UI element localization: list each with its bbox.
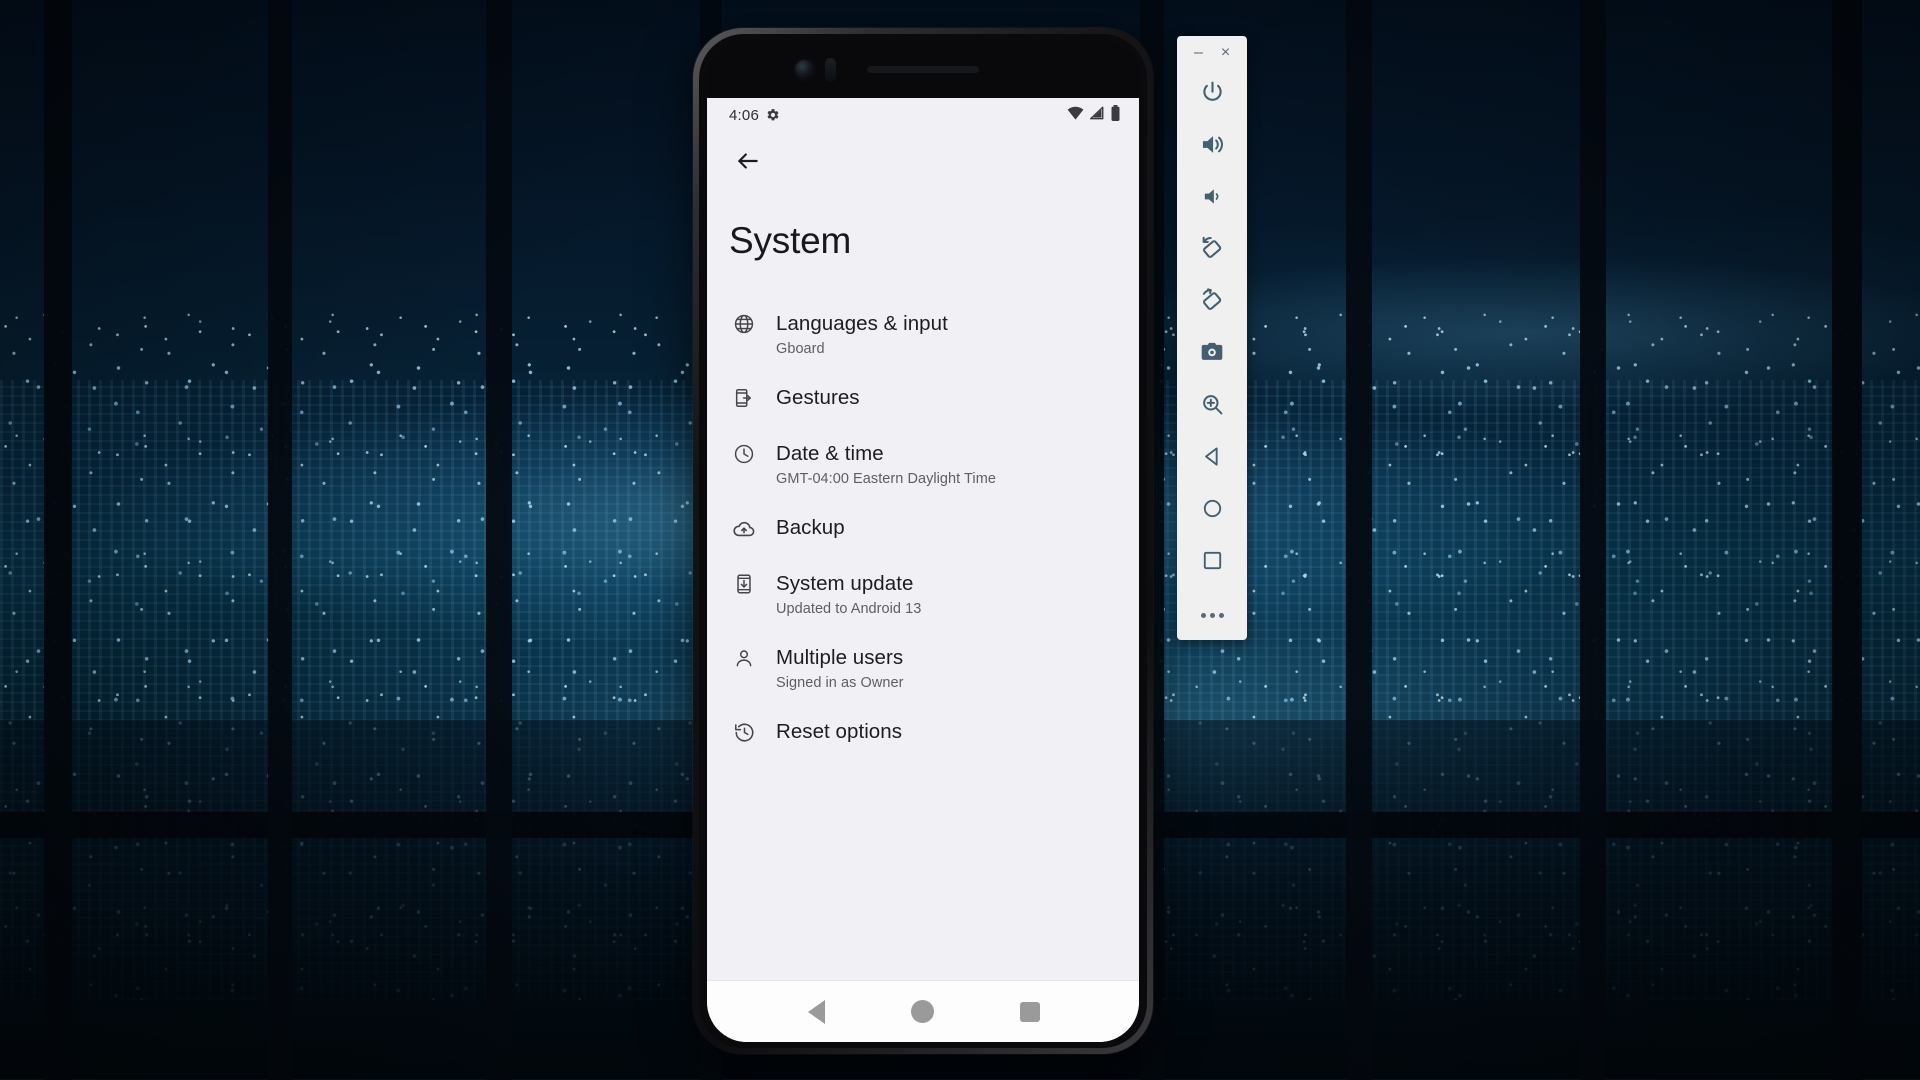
desktop-background: 4:06 System Languages & input Gboard Ges…: [0, 0, 1920, 1080]
list-item-subtitle: Signed in as Owner: [776, 675, 904, 691]
gear-icon: [766, 108, 780, 122]
list-item-text: Gestures: [776, 385, 860, 411]
system-update-icon: [729, 573, 759, 595]
list-item-title: System update: [776, 572, 914, 595]
list-item-text: Backup: [776, 515, 845, 541]
nav-home-button[interactable]: [900, 989, 946, 1035]
list-item-text: Multiple users Signed in as Owner: [776, 645, 903, 693]
app-bar: [707, 132, 1139, 190]
phone-screen: 4:06 System Languages & input Gboard Ges…: [707, 98, 1139, 1042]
back-triangle-icon: [807, 999, 825, 1024]
home-icon[interactable]: [1186, 482, 1238, 534]
battery-icon: [1110, 105, 1121, 125]
power-icon[interactable]: [1186, 66, 1238, 118]
phone-frame-inner: 4:06 System Languages & input Gboard Ges…: [699, 34, 1147, 1048]
person-icon: [729, 647, 759, 669]
proximity-sensor-icon: [825, 58, 836, 82]
arrow-back-icon[interactable]: [729, 142, 767, 180]
list-item-reset-options[interactable]: Reset options: [707, 706, 1139, 762]
wifi-icon: [1067, 106, 1084, 124]
cloud-upload-icon: [729, 517, 759, 541]
phone-top-bezel: [707, 40, 1139, 98]
list-item-date-time[interactable]: Date & time GMT-04:00 Eastern Daylight T…: [707, 428, 1139, 502]
emulator-window-controls: – ×: [1177, 40, 1247, 66]
list-item-title: Gestures: [776, 386, 860, 409]
android-emulator-device: 4:06 System Languages & input Gboard Ges…: [693, 28, 1153, 1054]
clock-icon: [729, 443, 759, 465]
list-item-text: Date & time GMT-04:00 Eastern Daylight T…: [776, 441, 996, 489]
overview-icon[interactable]: [1186, 534, 1238, 586]
list-item-text: Languages & input Gboard: [776, 311, 948, 359]
list-item-backup[interactable]: Backup: [707, 502, 1139, 558]
list-item-title: Date & time: [776, 442, 884, 465]
list-item-multiple-users[interactable]: Multiple users Signed in as Owner: [707, 632, 1139, 706]
list-item-system-update[interactable]: System update Updated to Android 13: [707, 558, 1139, 632]
rotate-right-icon[interactable]: [1186, 274, 1238, 326]
close-icon[interactable]: ×: [1215, 42, 1237, 64]
rotate-left-icon[interactable]: [1186, 222, 1238, 274]
dot: [1218, 612, 1224, 618]
list-item-gestures[interactable]: Gestures: [707, 372, 1139, 428]
list-item-text: Reset options: [776, 719, 902, 745]
list-item-subtitle: GMT-04:00 Eastern Daylight Time: [776, 471, 996, 487]
volume-up-icon[interactable]: [1186, 118, 1238, 170]
settings-list: Languages & input Gboard Gestures Date &…: [707, 272, 1139, 980]
emulator-toolbar: – ×: [1177, 36, 1247, 640]
dot: [1200, 612, 1206, 618]
android-status-bar: 4:06: [707, 98, 1139, 132]
list-item-text: System update Updated to Android 13: [776, 571, 921, 619]
volume-down-icon[interactable]: [1186, 170, 1238, 222]
earpiece-speaker-icon: [867, 66, 979, 73]
home-circle-icon: [911, 1000, 935, 1023]
list-item-subtitle: Gboard: [776, 341, 825, 357]
back-icon[interactable]: [1186, 430, 1238, 482]
more-options-icon[interactable]: [1186, 598, 1238, 632]
page-title: System: [729, 220, 852, 261]
zoom-icon[interactable]: [1186, 378, 1238, 430]
phone-bezel: 4:06 System Languages & input Gboard Ges…: [707, 40, 1139, 1042]
history-restore-icon: [729, 721, 759, 744]
list-item-subtitle: Updated to Android 13: [776, 601, 922, 617]
dot: [1209, 612, 1215, 618]
list-item-title: Reset options: [776, 720, 903, 743]
nav-recents-button[interactable]: [1007, 989, 1053, 1035]
android-navigation-bar: [707, 980, 1139, 1042]
list-item-languages-input[interactable]: Languages & input Gboard: [707, 298, 1139, 372]
minimize-icon[interactable]: –: [1188, 42, 1210, 64]
camera-icon[interactable]: [1186, 326, 1238, 378]
list-item-title: Languages & input: [776, 312, 948, 335]
globe-icon: [729, 313, 759, 335]
front-camera-icon: [795, 60, 814, 79]
list-item-title: Backup: [776, 516, 845, 539]
status-bar-icons: [1067, 105, 1121, 125]
list-item-title: Multiple users: [776, 646, 904, 669]
cellular-signal-icon: [1089, 106, 1105, 124]
nav-back-button[interactable]: [793, 989, 839, 1035]
recents-square-icon: [1019, 1001, 1040, 1022]
status-bar-time: 4:06: [729, 106, 759, 124]
gestures-icon: [729, 387, 759, 409]
